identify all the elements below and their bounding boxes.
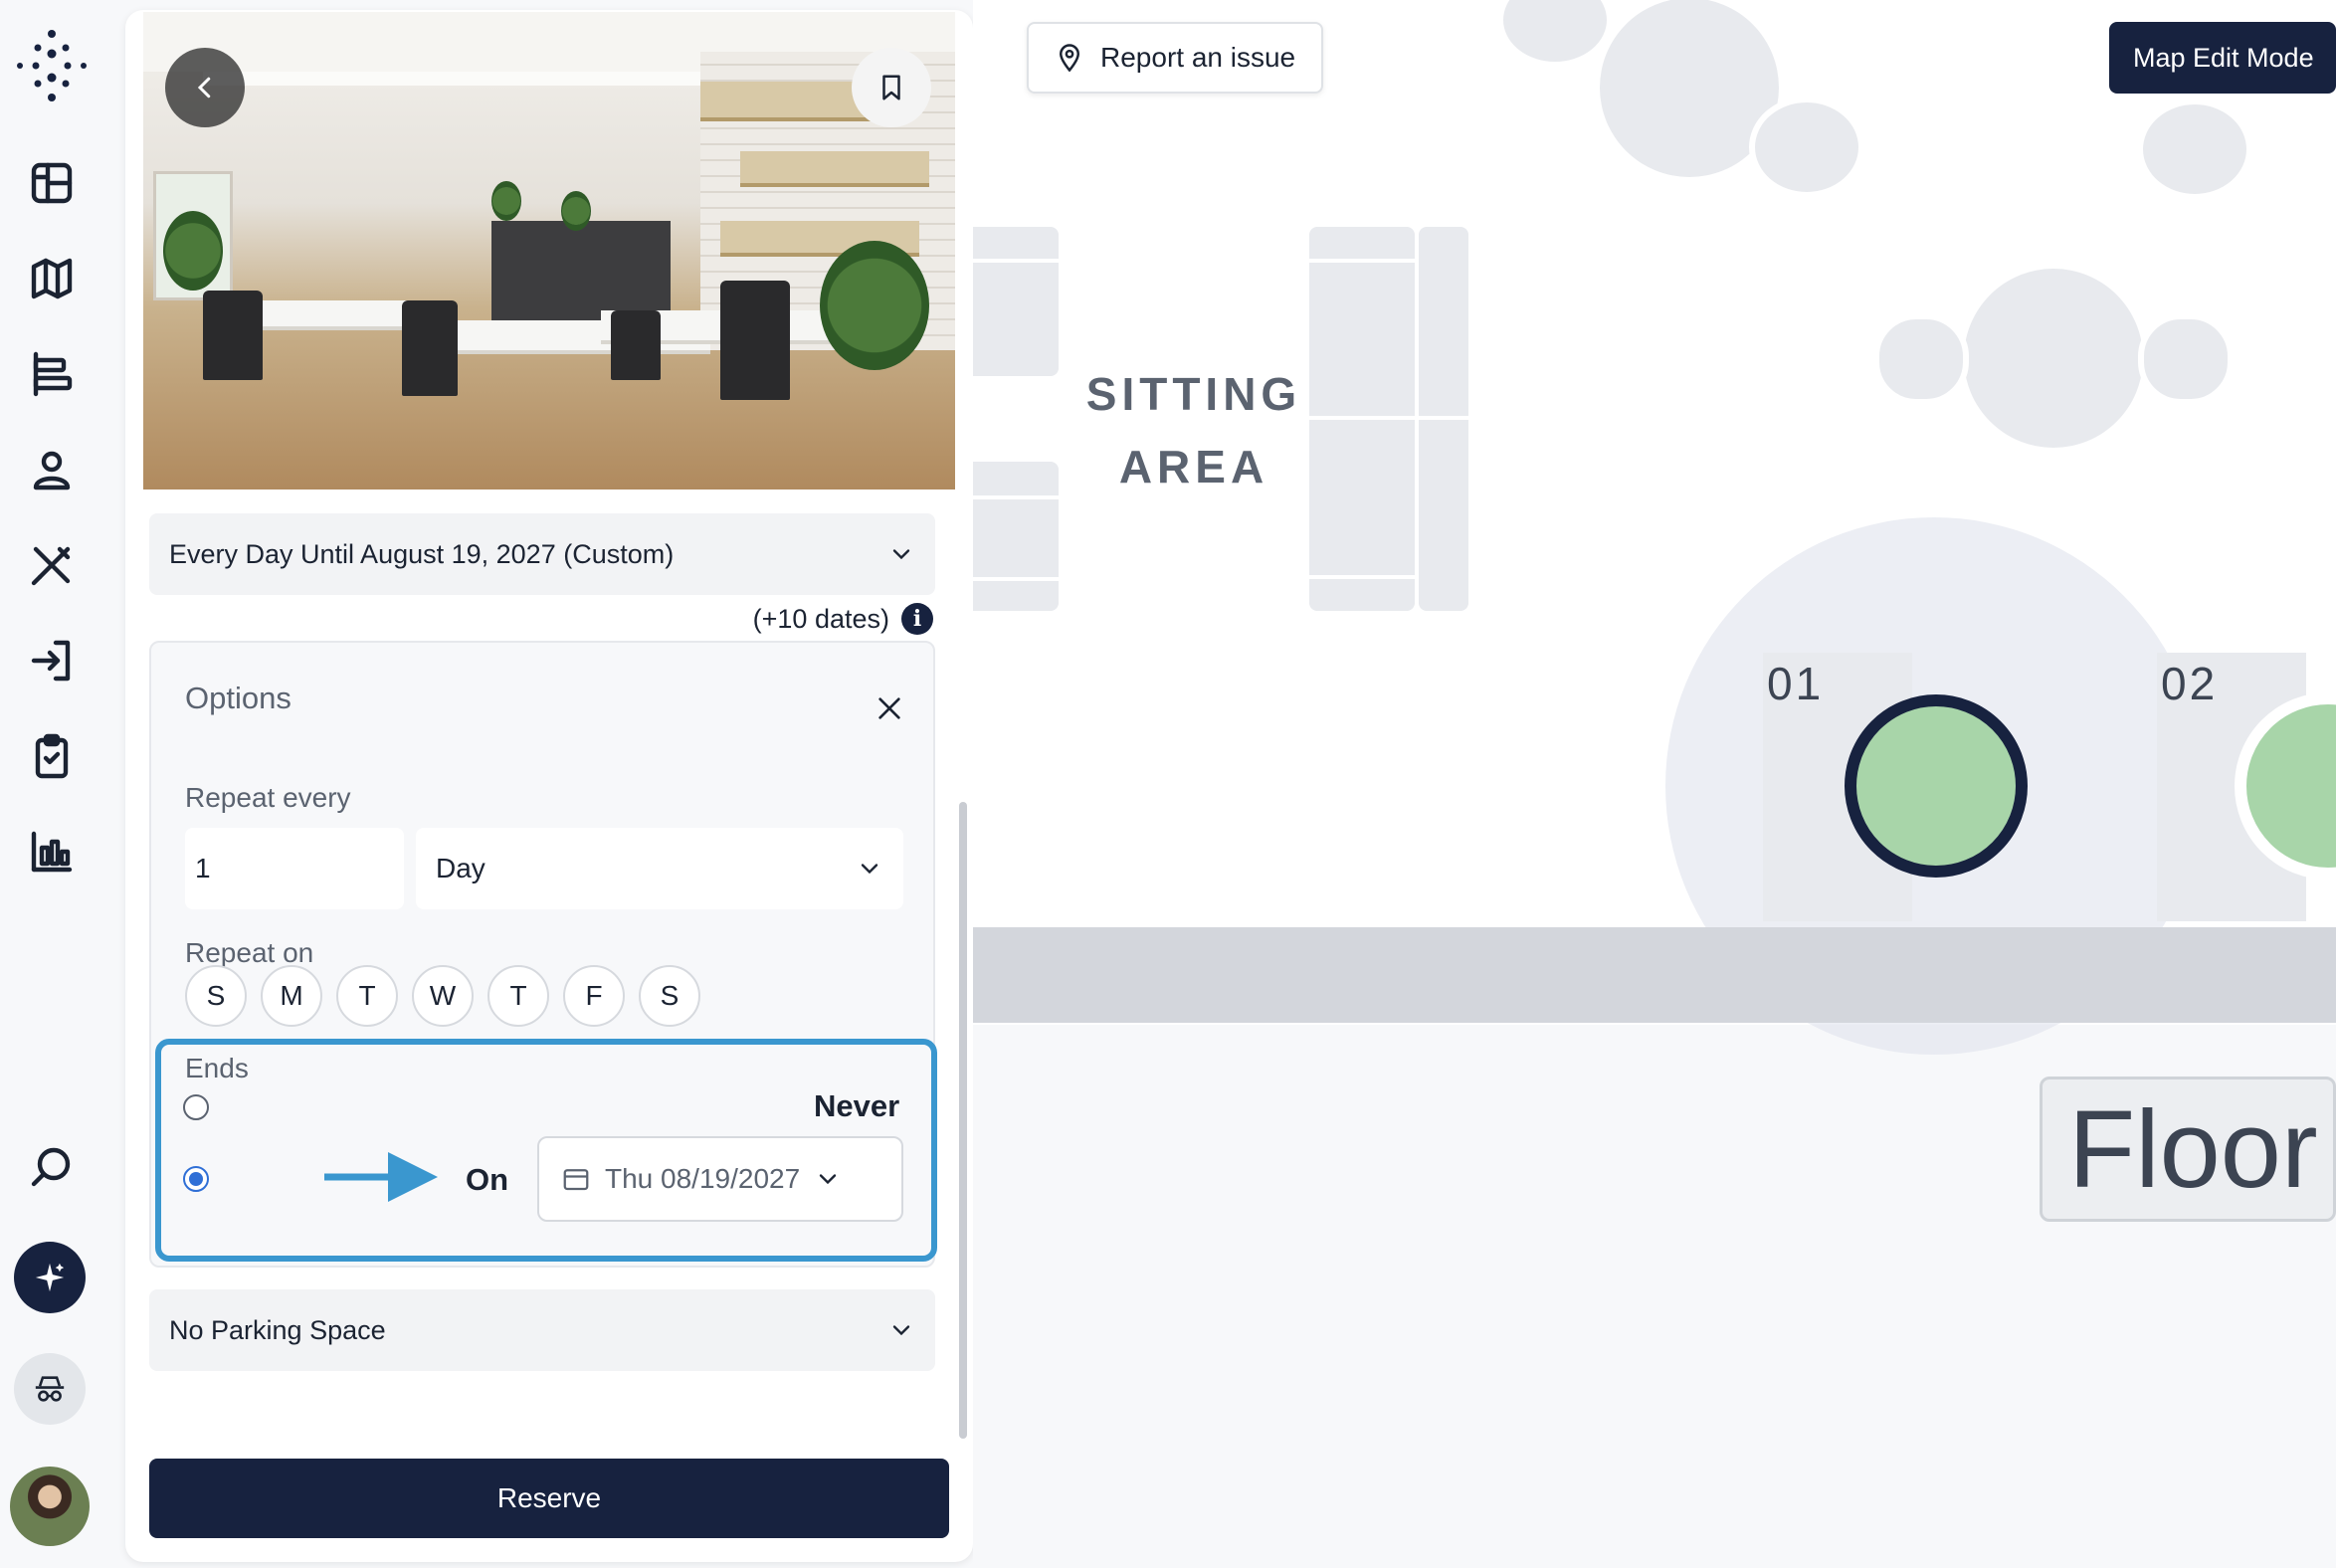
bookmark-icon <box>882 75 900 100</box>
search-icon[interactable] <box>20 1134 84 1198</box>
day-toggle-wednesday[interactable]: W <box>412 965 474 1027</box>
chevron-left-icon <box>197 77 211 98</box>
timeline-icon[interactable] <box>20 342 84 406</box>
calendar-icon <box>563 1169 589 1191</box>
day-toggle-monday[interactable]: M <box>261 965 322 1027</box>
info-icon[interactable]: i <box>901 603 933 635</box>
tools-icon[interactable] <box>20 533 84 597</box>
repeat-unit-select[interactable]: Day <box>416 828 903 909</box>
space-photo <box>143 12 955 490</box>
seat-01-label: 01 <box>1767 658 1825 709</box>
parking-select[interactable]: No Parking Space <box>149 1289 935 1371</box>
floor-label: Floor <box>2040 1077 2336 1222</box>
report-issue-button[interactable]: Report an issue <box>1027 22 1323 94</box>
day-toggle-friday[interactable]: F <box>563 965 625 1027</box>
bar-chart-icon[interactable] <box>20 820 84 883</box>
reserve-button[interactable]: Reserve <box>149 1459 949 1538</box>
location-pin-icon <box>1059 44 1080 73</box>
end-date-picker[interactable]: Thu 08/19/2027 <box>537 1136 903 1222</box>
seat-02-label: 02 <box>2161 658 2219 709</box>
arrow-right-icon <box>324 1152 438 1202</box>
sitting-area-line2: AREA <box>1118 441 1269 492</box>
incognito-button[interactable] <box>14 1353 86 1425</box>
ends-never-radio[interactable] <box>183 1094 209 1120</box>
nav-rail <box>0 0 123 1568</box>
ai-assistant-button[interactable] <box>14 1242 86 1313</box>
repeat-every-label: Repeat every <box>185 782 351 813</box>
clipboard-check-icon[interactable] <box>20 724 84 788</box>
repeat-unit-value: Day <box>436 853 486 883</box>
chevron-down-icon <box>892 549 910 560</box>
user-icon[interactable] <box>20 438 84 501</box>
back-button[interactable] <box>165 48 245 127</box>
day-toggle-tuesday[interactable]: T <box>336 965 398 1027</box>
close-icon[interactable] <box>874 692 905 724</box>
app-root: Every Day Until August 19, 2027 (Custom)… <box>0 0 2336 1568</box>
ends-never-label: Never <box>814 1088 900 1123</box>
incognito-icon <box>35 1376 65 1402</box>
day-toggle-thursday[interactable]: T <box>487 965 549 1027</box>
bookmark-button[interactable] <box>852 48 931 127</box>
chevron-down-icon <box>892 1325 910 1336</box>
floor-map-canvas <box>973 0 2336 1568</box>
logo-icon[interactable] <box>14 28 90 103</box>
floor-map[interactable] <box>973 0 2336 1568</box>
ends-on-radio[interactable] <box>183 1166 209 1192</box>
parking-select-value: No Parking Space <box>169 1314 386 1345</box>
map-edit-mode-button[interactable]: Map Edit Mode <box>2109 22 2336 94</box>
recurrence-select-value: Every Day Until August 19, 2027 (Custom) <box>169 538 675 569</box>
map-icon[interactable] <box>20 247 84 310</box>
report-issue-label: Report an issue <box>1100 42 1296 73</box>
sparkle-icon <box>35 1263 65 1292</box>
reservation-panel: Every Day Until August 19, 2027 (Custom)… <box>125 10 973 1562</box>
chevron-down-icon <box>861 864 878 875</box>
repeat-every-input[interactable]: 1 <box>185 828 404 909</box>
options-title: Options <box>185 681 292 715</box>
sign-in-icon[interactable] <box>20 629 84 692</box>
layout-icon[interactable] <box>20 151 84 215</box>
chevron-down-icon <box>820 1174 837 1185</box>
panel-scrollbar[interactable] <box>959 802 967 1439</box>
dates-note: (+10 dates) i <box>753 603 933 635</box>
sitting-area-label: SITTING AREA <box>1084 358 1303 503</box>
ends-on-label: On <box>466 1162 509 1197</box>
avatar[interactable] <box>10 1467 90 1546</box>
dates-count: (+10 dates) <box>752 603 889 634</box>
day-toggle-sunday[interactable]: S <box>185 965 247 1027</box>
end-date-value: Thu 08/19/2027 <box>605 1163 801 1194</box>
sitting-area-line1: SITTING <box>1085 368 1302 420</box>
recurrence-select[interactable]: Every Day Until August 19, 2027 (Custom) <box>149 513 935 595</box>
day-toggle-saturday[interactable]: S <box>639 965 700 1027</box>
